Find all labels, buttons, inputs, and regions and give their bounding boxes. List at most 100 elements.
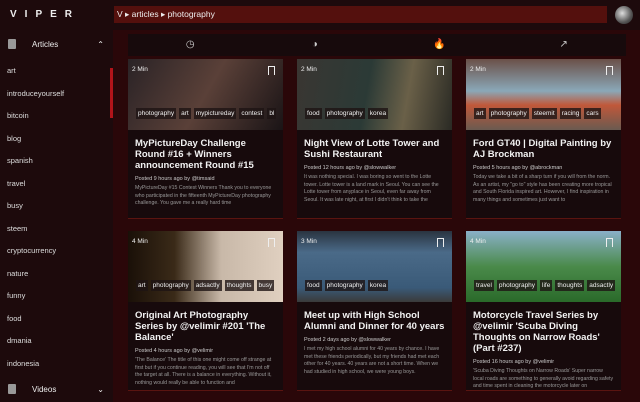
tab-promoted[interactable]: ↗ — [502, 34, 627, 56]
tag-chip[interactable]: contest — [239, 108, 265, 119]
sidebar-item-cryptocurrency[interactable]: cryptocurrency — [0, 240, 113, 263]
video-icon — [8, 384, 16, 394]
avatar[interactable] — [615, 6, 633, 24]
article-title[interactable]: MyPictureDay Challenge Round #16 + Winne… — [128, 130, 283, 171]
article-meta: Posted 16 hours ago by @velimir — [473, 359, 555, 365]
tab-trending[interactable]: ◑ — [253, 34, 378, 56]
sidebar-item-dmania[interactable]: dmania — [0, 330, 113, 353]
article-excerpt: Today we take a bit of a sharp turn if y… — [473, 174, 612, 203]
article-thumbnail[interactable]: 4 Min art photography adsactly thoughts busy — [128, 231, 283, 302]
tag-chip[interactable]: food — [305, 280, 322, 291]
tag-chip[interactable]: busy — [256, 280, 275, 291]
tag-chip[interactable]: bl — [267, 108, 277, 119]
tag-list: travel photography life thoughts adsactly — [474, 280, 616, 291]
tag-list: art photography adsactly thoughts busy — [136, 280, 275, 291]
article-excerpt: 'Scuba Diving Thoughts on Narrow Roads' … — [473, 368, 614, 389]
sidebar-item-introduceyourself[interactable]: introduceyourself — [0, 83, 113, 106]
sidebar-item-funny[interactable]: funny — [0, 285, 113, 308]
article-meta: Posted 2 days ago by @slowwalker — [304, 337, 391, 343]
tag-chip[interactable]: korea — [367, 280, 389, 291]
tag-chip[interactable]: life — [540, 280, 553, 291]
trending-icon: ◑ — [311, 39, 318, 50]
articles-label: Articles — [32, 39, 59, 49]
tag-chip[interactable]: photography — [324, 108, 365, 119]
sidebar-item-bitcoin[interactable]: bitcoin — [0, 105, 113, 128]
article-thumbnail[interactable]: 3 Min food photography korea — [297, 231, 452, 302]
tag-chip[interactable]: thoughts — [224, 280, 254, 291]
bookmark-icon[interactable] — [606, 238, 613, 247]
tag-chip[interactable]: adsactly — [193, 280, 222, 291]
tag-chip[interactable]: art — [179, 108, 191, 119]
read-time: 2 Min — [470, 66, 486, 73]
article-title[interactable]: Meet up with High School Alumni and Dinn… — [297, 302, 452, 332]
article-card[interactable]: 3 Min food photography korea Meet up with … — [297, 231, 452, 391]
article-card[interactable]: 2 Min food photography korea Night View of… — [297, 59, 452, 219]
tag-chip[interactable]: food — [305, 108, 322, 119]
tag-chip[interactable]: thoughts — [555, 280, 585, 291]
tag-chip[interactable]: travel — [474, 280, 494, 291]
top-bar: VIPER V ▸ articles ▸ photography — [0, 0, 640, 30]
article-thumbnail[interactable]: 2 Min food photography korea — [297, 59, 452, 130]
promoted-icon: ↗ — [559, 39, 568, 50]
sidebar-item-spanish[interactable]: spanish — [0, 150, 113, 173]
article-excerpt: I met my high school alumni for 40 years… — [304, 346, 440, 375]
tag-chip[interactable]: photography — [496, 280, 538, 291]
tag-chip[interactable]: steemit — [531, 108, 557, 119]
sidebar-item-blog[interactable]: blog — [0, 128, 113, 151]
sidebar-item-indonesia[interactable]: indonesia — [0, 353, 113, 376]
tag-list: food photography korea — [305, 108, 389, 119]
sidebar-item-food[interactable]: food — [0, 308, 113, 331]
tag-chip[interactable]: korea — [367, 108, 389, 119]
tag-chip[interactable]: art — [136, 280, 148, 291]
scrollbar[interactable] — [110, 68, 113, 118]
article-meta: Posted 5 hours ago by @abrockman — [473, 165, 563, 171]
article-meta: Posted 9 hours ago by @timsaid — [135, 176, 215, 182]
tag-chip[interactable]: racing — [559, 108, 582, 119]
tag-chip[interactable]: adsactly — [587, 280, 616, 291]
bookmark-icon[interactable] — [606, 66, 613, 75]
document-icon — [8, 39, 16, 49]
tag-list: art introduceyourself bitcoin blog spanish tr… — [0, 54, 113, 380]
article-title[interactable]: Ford GT40 | Digital Painting by AJ Brock… — [466, 130, 621, 160]
article-meta: Posted 4 hours ago by @velimir — [135, 348, 214, 354]
article-card[interactable]: 2 Min photography art mypictureday contest b… — [128, 59, 283, 219]
article-card[interactable]: 4 Min art photography adsactly thoughts busy… — [128, 231, 283, 391]
sidebar-item-busy[interactable]: busy — [0, 195, 113, 218]
article-thumbnail[interactable]: 4 Min travel photography life thoughts adsac… — [466, 231, 621, 302]
bookmark-icon[interactable] — [268, 238, 275, 247]
article-thumbnail[interactable]: 2 Min photography art mypictureday contest b… — [128, 59, 283, 130]
read-time: 4 Min — [470, 238, 486, 245]
logo[interactable]: VIPER — [10, 9, 80, 20]
tag-chip[interactable]: mypictureday — [193, 108, 237, 119]
tag-chip[interactable]: photography — [150, 280, 191, 291]
sidebar-item-steem[interactable]: steem — [0, 218, 113, 241]
tag-chip[interactable]: photography — [136, 108, 177, 119]
tab-hot[interactable]: 🔥 — [377, 34, 502, 56]
article-title[interactable]: Motorcycle Travel Series by @velimir 'Sc… — [466, 302, 621, 354]
read-time: 2 Min — [132, 66, 148, 73]
breadcrumb[interactable]: V ▸ articles ▸ photography — [114, 6, 607, 23]
tab-clock[interactable]: ◷ — [128, 34, 253, 56]
article-excerpt: It was nothing special. I was boring so … — [304, 174, 439, 203]
sidebar-item-art[interactable]: art — [0, 60, 113, 83]
bookmark-icon[interactable] — [268, 66, 275, 75]
sidebar-item-nature[interactable]: nature — [0, 263, 113, 286]
article-title[interactable]: Night View of Lotte Tower and Sushi Rest… — [297, 130, 452, 160]
clock-icon: ◷ — [185, 39, 195, 50]
tag-chip[interactable]: photography — [324, 280, 365, 291]
tag-chip[interactable]: art — [474, 108, 486, 119]
videos-section-toggle[interactable]: Videos ⌄ — [0, 377, 113, 401]
article-thumbnail[interactable]: 2 Min art photography steemit racing cars — [466, 59, 621, 130]
article-card[interactable]: 4 Min travel photography life thoughts adsac… — [466, 231, 621, 391]
read-time: 2 Min — [301, 66, 317, 73]
articles-section-toggle[interactable]: Articles ⌃ — [0, 32, 113, 56]
tag-chip[interactable]: cars — [584, 108, 601, 119]
hot-icon: 🔥 — [433, 39, 446, 50]
read-time: 3 Min — [301, 238, 317, 245]
tag-chip[interactable]: photography — [488, 108, 529, 119]
bookmark-icon[interactable] — [437, 66, 444, 75]
sidebar-item-travel[interactable]: travel — [0, 173, 113, 196]
bookmark-icon[interactable] — [437, 238, 444, 247]
article-title[interactable]: Original Art Photography Series by @veli… — [128, 302, 283, 343]
article-card[interactable]: 2 Min art photography steemit racing cars Fo… — [466, 59, 621, 219]
